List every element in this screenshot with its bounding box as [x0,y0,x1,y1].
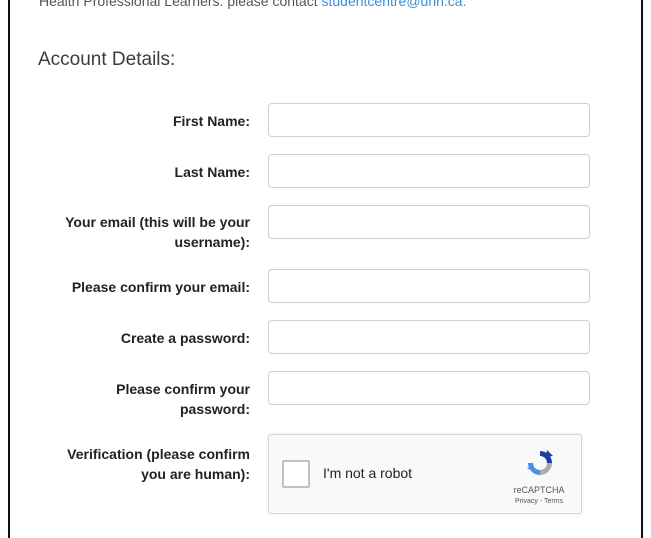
student-centre-email-link[interactable]: studentcentre@unn.ca. [322,0,467,9]
form-panel: Health Professional Learners: please con… [8,0,643,538]
confirm-password-label: Please confirm your password: [116,381,250,417]
recaptcha-icon [527,450,553,475]
recaptcha-checkbox-label: I'm not a robot [323,465,413,481]
first-name-input[interactable] [268,103,590,137]
notice-text: Health Professional Learners: please con… [39,0,322,9]
first-name-label: First Name: [172,113,250,129]
recaptcha-privacy-terms-links[interactable]: Privacy - Terms [502,498,576,505]
confirm-password-input[interactable] [268,371,590,405]
section-title: Account Details: [38,49,176,70]
create-password-label: Create a password: [120,330,250,346]
confirm-email-input[interactable] [268,269,590,303]
recaptcha-brand: reCAPTCHA [513,485,565,495]
email-label: Your email (this will be your username): [65,214,250,250]
verification-label: Verification (please confirm you are hum… [67,446,250,482]
last-name-input[interactable] [268,154,590,188]
confirm-email-label: Please confirm your email: [71,279,250,295]
recaptcha-widget: I'm not a robot reCAPTCHA Privacy - Term… [268,434,582,514]
last-name-label: Last Name: [174,164,250,180]
health-learners-notice: Health Professional Learners: please con… [39,0,466,9]
recaptcha-checkbox[interactable] [282,460,310,488]
create-password-input[interactable] [268,320,590,354]
email-input[interactable] [268,205,590,239]
